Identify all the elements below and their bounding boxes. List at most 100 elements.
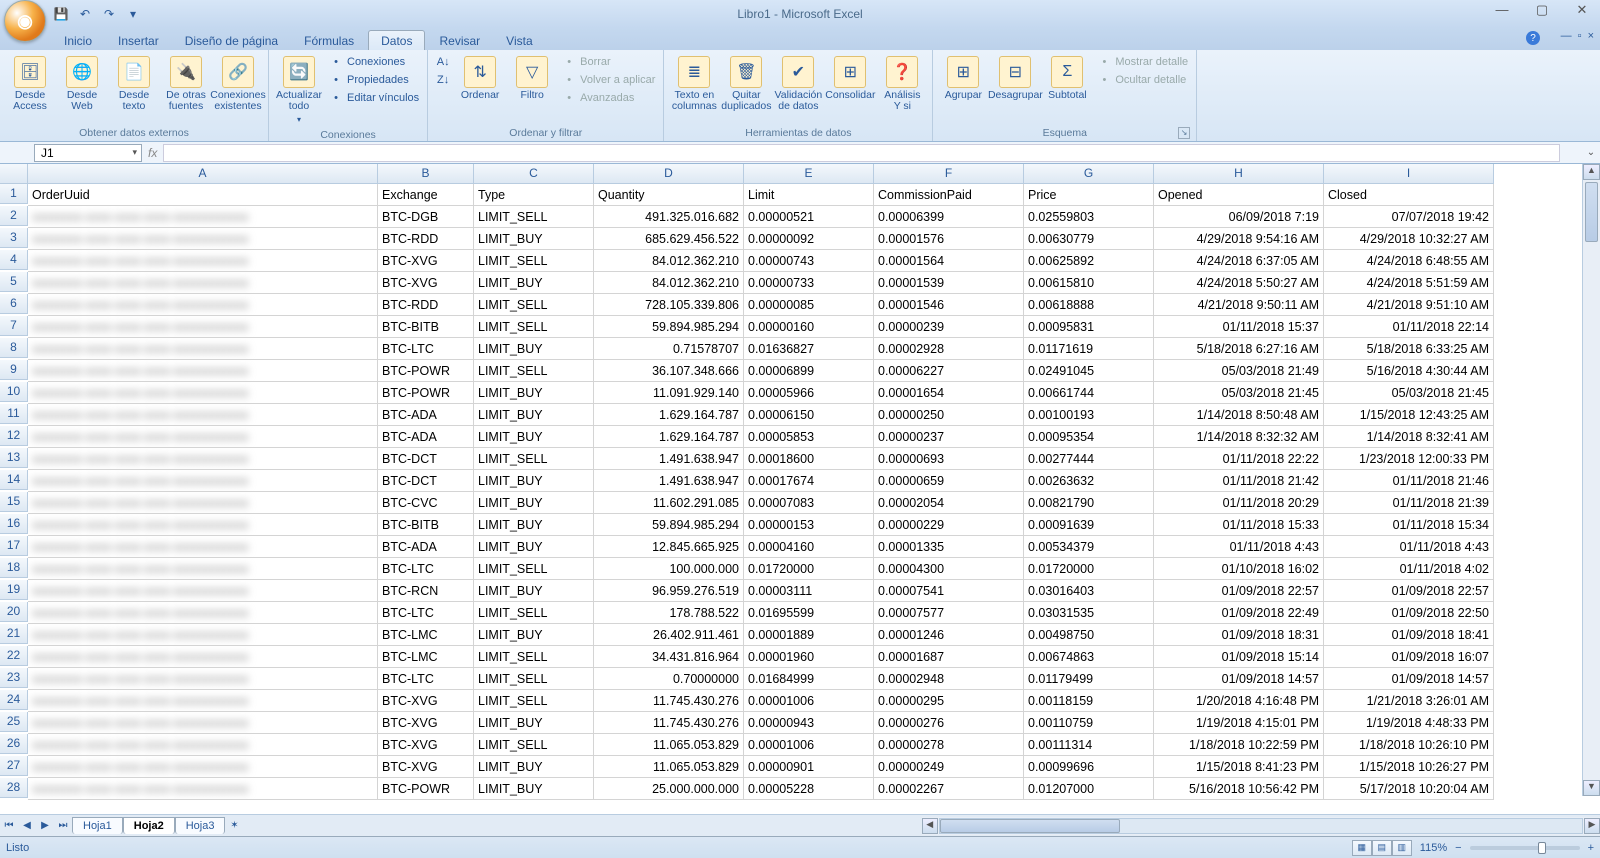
cell[interactable]: 0.00001335 [874, 536, 1024, 558]
cell[interactable]: xxxxxxxx-xxxx-xxxx-xxxx-xxxxxxxxxxxx [28, 228, 378, 250]
cell[interactable]: 0.00001654 [874, 382, 1024, 404]
cell[interactable]: xxxxxxxx-xxxx-xxxx-xxxx-xxxxxxxxxxxx [28, 646, 378, 668]
cell[interactable]: 0.03031535 [1024, 602, 1154, 624]
cell[interactable]: BTC-RDD [378, 294, 474, 316]
cell[interactable]: BTC-LTC [378, 668, 474, 690]
zoom-slider[interactable] [1470, 846, 1580, 850]
cell[interactable]: 0.00099696 [1024, 756, 1154, 778]
cell[interactable]: 4/29/2018 10:32:27 AM [1324, 228, 1494, 250]
cell[interactable]: xxxxxxxx-xxxx-xxxx-xxxx-xxxxxxxxxxxx [28, 580, 378, 602]
cell[interactable]: 0.00007083 [744, 492, 874, 514]
cell[interactable]: LIMIT_SELL [474, 316, 594, 338]
cell[interactable]: xxxxxxxx-xxxx-xxxx-xxxx-xxxxxxxxxxxx [28, 536, 378, 558]
cell[interactable]: xxxxxxxx-xxxx-xxxx-xxxx-xxxxxxxxxxxx [28, 338, 378, 360]
cell[interactable]: 0.00000521 [744, 206, 874, 228]
cell[interactable]: 01/11/2018 15:34 [1324, 514, 1494, 536]
row-header[interactable]: 14 [0, 470, 28, 490]
ribbon-btn-subtotal[interactable]: ΣSubtotal [1043, 54, 1091, 103]
cell[interactable]: 11.065.053.829 [594, 756, 744, 778]
cell[interactable]: LIMIT_SELL [474, 206, 594, 228]
zoom-out[interactable]: − [1455, 842, 1461, 854]
cell[interactable]: 11.745.430.276 [594, 690, 744, 712]
cell[interactable]: 0.00000239 [874, 316, 1024, 338]
cell[interactable]: 01/11/2018 21:39 [1324, 492, 1494, 514]
cell[interactable]: 01/09/2018 22:49 [1154, 602, 1324, 624]
cell[interactable]: 0.00004160 [744, 536, 874, 558]
cell[interactable]: 0.00000229 [874, 514, 1024, 536]
cell[interactable]: xxxxxxxx-xxxx-xxxx-xxxx-xxxxxxxxxxxx [28, 316, 378, 338]
cell[interactable]: 0.01207000 [1024, 778, 1154, 800]
cell[interactable]: 1/14/2018 8:32:32 AM [1154, 426, 1324, 448]
cell[interactable]: 0.01720000 [1024, 558, 1154, 580]
cell[interactable]: 0.00004300 [874, 558, 1024, 580]
select-all-corner[interactable] [0, 164, 28, 184]
cell[interactable]: LIMIT_BUY [474, 272, 594, 294]
ribbon-tab-datos[interactable]: Datos [368, 30, 425, 50]
cell[interactable]: 01/09/2018 22:50 [1324, 602, 1494, 624]
header-cell[interactable]: OrderUuid [28, 184, 378, 206]
ribbon-btn-de-otras-fuentes[interactable]: 🔌De otras fuentes [162, 54, 210, 114]
cell[interactable]: BTC-XVG [378, 712, 474, 734]
cell[interactable]: LIMIT_SELL [474, 294, 594, 316]
cell[interactable]: 01/09/2018 14:57 [1324, 668, 1494, 690]
window-close[interactable]: ✕ [1568, 2, 1596, 18]
cell[interactable]: 0.00002267 [874, 778, 1024, 800]
cell[interactable]: 0.00006899 [744, 360, 874, 382]
cell[interactable]: 0.00001539 [874, 272, 1024, 294]
cell[interactable]: xxxxxxxx-xxxx-xxxx-xxxx-xxxxxxxxxxxx [28, 294, 378, 316]
header-cell[interactable]: Limit [744, 184, 874, 206]
cell[interactable]: 0.00005853 [744, 426, 874, 448]
cell[interactable]: 1/14/2018 8:32:41 AM [1324, 426, 1494, 448]
cell[interactable]: 0.02559803 [1024, 206, 1154, 228]
cell[interactable]: 11.065.053.829 [594, 734, 744, 756]
cell[interactable]: 0.00615810 [1024, 272, 1154, 294]
sheet-nav-prev[interactable]: ◀ [18, 820, 36, 831]
cell[interactable]: 1/19/2018 4:48:33 PM [1324, 712, 1494, 734]
cell[interactable]: 0.01684999 [744, 668, 874, 690]
row-header[interactable]: 17 [0, 536, 28, 556]
cell[interactable]: 0.00534379 [1024, 536, 1154, 558]
cell[interactable]: BTC-LMC [378, 624, 474, 646]
cell[interactable]: xxxxxxxx-xxxx-xxxx-xxxx-xxxxxxxxxxxx [28, 624, 378, 646]
cell[interactable]: 0.00000153 [744, 514, 874, 536]
cell[interactable]: 07/07/2018 19:42 [1324, 206, 1494, 228]
ribbon-tab-insertar[interactable]: Insertar [106, 31, 171, 50]
ribbon-btn-conexiones-existentes[interactable]: 🔗Conexiones existentes [214, 54, 262, 114]
cell[interactable]: LIMIT_BUY [474, 514, 594, 536]
cell[interactable]: 4/24/2018 6:37:05 AM [1154, 250, 1324, 272]
cell[interactable]: 4/29/2018 9:54:16 AM [1154, 228, 1324, 250]
column-header-E[interactable]: E [744, 164, 874, 184]
ribbon-btn-desde-access[interactable]: 🗄Desde Access [6, 54, 54, 114]
row-header[interactable]: 3 [0, 228, 28, 248]
column-header-C[interactable]: C [474, 164, 594, 184]
cell[interactable]: 0.00001006 [744, 734, 874, 756]
cell[interactable]: 0.71578707 [594, 338, 744, 360]
cell[interactable]: xxxxxxxx-xxxx-xxxx-xxxx-xxxxxxxxxxxx [28, 514, 378, 536]
cell[interactable]: 01/09/2018 22:57 [1154, 580, 1324, 602]
cell[interactable]: 59.894.985.294 [594, 316, 744, 338]
scroll-down-arrow[interactable]: ▼ [1583, 780, 1600, 796]
cell[interactable]: BTC-POWR [378, 778, 474, 800]
row-header[interactable]: 19 [0, 580, 28, 600]
cell[interactable]: xxxxxxxx-xxxx-xxxx-xxxx-xxxxxxxxxxxx [28, 492, 378, 514]
cell[interactable]: BTC-ADA [378, 404, 474, 426]
cell[interactable]: 84.012.362.210 [594, 272, 744, 294]
cell[interactable]: 0.00002948 [874, 668, 1024, 690]
cell[interactable]: LIMIT_SELL [474, 360, 594, 382]
qat-undo[interactable]: ↶ [76, 5, 94, 23]
ribbon-btn-consolidar[interactable]: ⊞Consolidar [826, 54, 874, 103]
row-header[interactable]: 7 [0, 316, 28, 336]
cell[interactable]: 0.00277444 [1024, 448, 1154, 470]
row-header[interactable]: 25 [0, 712, 28, 732]
column-header-G[interactable]: G [1024, 164, 1154, 184]
cell[interactable]: 0.00002054 [874, 492, 1024, 514]
ribbon-btn-validaci-n-de-datos[interactable]: ✔Validación de datos [774, 54, 822, 114]
cell[interactable]: 0.00000085 [744, 294, 874, 316]
header-cell[interactable]: Quantity [594, 184, 744, 206]
cell[interactable]: 0.00000659 [874, 470, 1024, 492]
row-header[interactable]: 5 [0, 272, 28, 292]
cell[interactable]: 0.00000295 [874, 690, 1024, 712]
cell[interactable]: 0.00006150 [744, 404, 874, 426]
cell[interactable]: 4/24/2018 6:48:55 AM [1324, 250, 1494, 272]
help-button[interactable]: ? [1526, 31, 1540, 45]
